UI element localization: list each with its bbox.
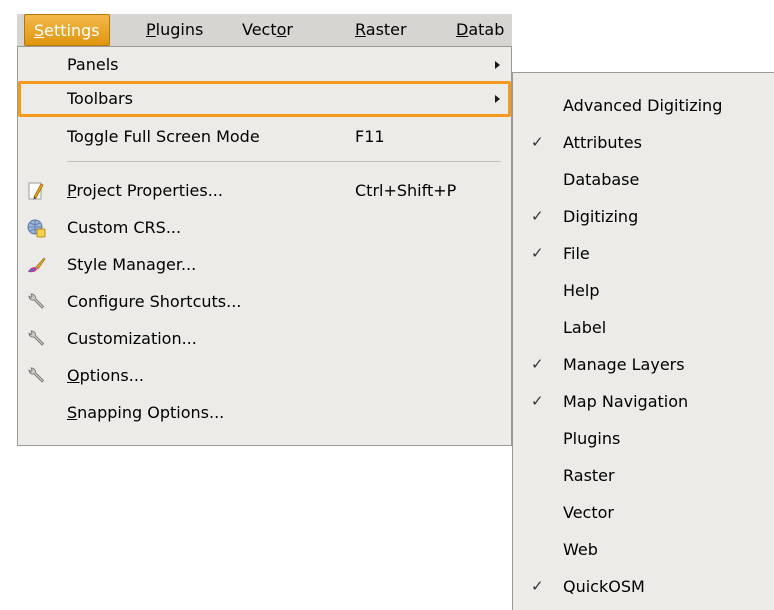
- project-properties-icon: [28, 182, 44, 200]
- shortcut-label: F11: [355, 127, 385, 146]
- menu-raster[interactable]: Raster: [346, 14, 416, 46]
- checkmark-icon: ✓: [531, 207, 544, 225]
- menu-plugins[interactable]: Plugins: [137, 14, 212, 46]
- toolbar-item-map-navigation[interactable]: ✓ Map Navigation: [513, 383, 774, 420]
- wrench-icon: [28, 293, 45, 309]
- submenu-arrow-icon: [495, 95, 500, 103]
- checkmark-icon: ✓: [531, 355, 544, 373]
- menu-separator: [67, 161, 501, 162]
- toolbars-submenu: Advanced Digitizing ✓ Attributes Databas…: [512, 72, 774, 610]
- menu-settings[interactable]: Settings: [24, 14, 110, 46]
- menu-item-customization[interactable]: Customization...: [18, 321, 511, 357]
- toolbar-item-web[interactable]: Web: [513, 531, 774, 568]
- toolbar-item-vector[interactable]: Vector: [513, 494, 774, 531]
- menubar: Settings Plugins Vector Raster Datab: [17, 14, 512, 46]
- toolbar-item-manage-layers[interactable]: ✓ Manage Layers: [513, 346, 774, 383]
- checkmark-icon: ✓: [531, 244, 544, 262]
- wrench-icon: [28, 330, 45, 346]
- toolbar-item-advanced-digitizing[interactable]: Advanced Digitizing: [513, 87, 774, 124]
- menu-item-custom-crs[interactable]: Custom CRS...: [18, 210, 511, 246]
- menu-item-panels[interactable]: Panels: [18, 47, 511, 83]
- menu-database[interactable]: Datab: [447, 14, 512, 46]
- toolbar-item-attributes[interactable]: ✓ Attributes: [513, 124, 774, 161]
- menu-item-project-properties[interactable]: Project Properties... Ctrl+Shift+P: [18, 173, 511, 209]
- mnemonic: S: [34, 21, 45, 40]
- toolbar-item-raster[interactable]: Raster: [513, 457, 774, 494]
- menu-item-toolbars[interactable]: Toolbars: [18, 81, 511, 117]
- checkmark-icon: ✓: [531, 392, 544, 410]
- menu-item-snapping-options[interactable]: Snapping Options...: [18, 395, 511, 431]
- shortcut-label: Ctrl+Shift+P: [355, 181, 457, 200]
- menu-item-options[interactable]: Options...: [18, 358, 511, 394]
- checkmark-icon: ✓: [531, 133, 544, 151]
- toolbar-item-quickosm[interactable]: ✓ QuickOSM: [513, 568, 774, 605]
- toolbar-item-database[interactable]: Database: [513, 161, 774, 198]
- toolbar-item-plugins[interactable]: Plugins: [513, 420, 774, 457]
- menu-item-configure-shortcuts[interactable]: Configure Shortcuts...: [18, 284, 511, 320]
- toolbar-item-file[interactable]: ✓ File: [513, 235, 774, 272]
- menu-item-style-manager[interactable]: Style Manager...: [18, 247, 511, 283]
- toolbar-item-label[interactable]: Label: [513, 309, 774, 346]
- custom-crs-globe-icon: [27, 219, 46, 238]
- menu-vector[interactable]: Vector: [233, 14, 302, 46]
- submenu-arrow-icon: [495, 61, 500, 69]
- wrench-icon: [28, 367, 45, 383]
- toolbar-item-digitizing[interactable]: ✓ Digitizing: [513, 198, 774, 235]
- style-manager-brush-icon: [28, 257, 46, 273]
- menu-item-toggle-full-screen[interactable]: Toggle Full Screen Mode F11: [18, 119, 511, 155]
- settings-menu: Panels Toolbars Toggle Full Screen Mode …: [17, 46, 512, 446]
- checkmark-icon: ✓: [531, 577, 544, 595]
- toolbar-item-help[interactable]: Help: [513, 272, 774, 309]
